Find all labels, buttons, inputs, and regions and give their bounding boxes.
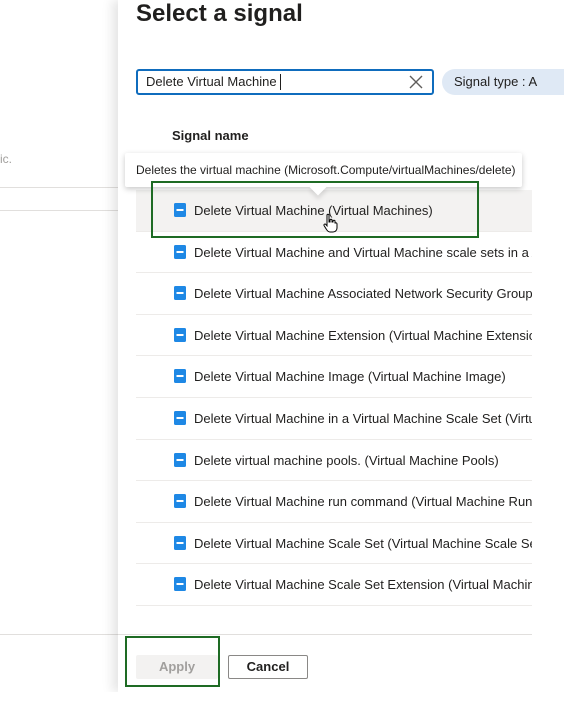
signal-type-filter-label: Signal type : A xyxy=(454,74,538,89)
signal-row-label: Delete Virtual Machine Associated Networ… xyxy=(194,286,532,302)
signal-row[interactable]: Delete Virtual Machine run command (Virt… xyxy=(136,481,532,523)
signal-row-label: Delete Virtual Machine Scale Set Extensi… xyxy=(194,577,532,593)
background-text-fragment: ic. xyxy=(0,152,12,166)
footer-divider xyxy=(118,634,532,635)
close-icon[interactable] xyxy=(408,73,424,91)
signal-list: Delete Virtual Machine (Virtual Machines… xyxy=(136,190,532,610)
signal-row[interactable]: Delete Virtual Machine Image (Virtual Ma… xyxy=(136,356,532,398)
highlight-apply-button xyxy=(125,636,220,687)
tooltip-text: Deletes the virtual machine (Microsoft.C… xyxy=(136,163,516,177)
search-input-value[interactable]: Delete Virtual Machine xyxy=(146,74,277,89)
signal-row-label: Delete Virtual Machine in a Virtual Mach… xyxy=(194,410,532,426)
panel-title: Select a signal xyxy=(136,0,303,27)
signal-row[interactable]: Delete Virtual Machine in a Virtual Mach… xyxy=(136,398,532,440)
cancel-button[interactable]: Cancel xyxy=(228,655,308,679)
activity-log-icon xyxy=(174,369,186,384)
signal-type-filter[interactable]: Signal type : A xyxy=(442,69,564,95)
search-input[interactable]: Delete Virtual Machine xyxy=(136,69,434,95)
activity-log-icon xyxy=(174,410,186,425)
signal-row[interactable]: Delete Virtual Machine Scale Set Extensi… xyxy=(136,564,532,606)
activity-log-icon xyxy=(174,244,186,259)
background-divider xyxy=(0,634,118,635)
signal-row[interactable]: Delete Virtual Machine Associated Networ… xyxy=(136,273,532,315)
activity-log-icon xyxy=(174,535,186,550)
column-header-signal-name[interactable]: Signal name xyxy=(172,128,249,143)
activity-log-icon xyxy=(174,327,186,342)
signal-row[interactable]: Delete Virtual Machine Scale Set (Virtua… xyxy=(136,523,532,565)
highlight-selected-row xyxy=(151,181,479,238)
activity-log-icon xyxy=(174,452,186,467)
page-bottom xyxy=(0,692,564,710)
signal-row-label: Delete Virtual Machine run command (Virt… xyxy=(194,494,532,510)
signal-row-label: Delete Virtual Machine Scale Set (Virtua… xyxy=(194,535,532,551)
signal-row-label: Delete Virtual Machine Extension (Virtua… xyxy=(194,327,532,343)
text-caret xyxy=(280,74,281,90)
hand-pointer-icon xyxy=(323,213,338,233)
activity-log-icon xyxy=(174,494,186,509)
activity-log-icon xyxy=(174,286,186,301)
activity-log-icon xyxy=(174,577,186,592)
signal-row-label: Delete Virtual Machine and Virtual Machi… xyxy=(194,244,532,260)
signal-row-label: Delete Virtual Machine Image (Virtual Ma… xyxy=(194,369,506,385)
background-divider xyxy=(0,187,118,188)
signal-row[interactable]: Delete Virtual Machine Extension (Virtua… xyxy=(136,315,532,357)
signal-row-label: Delete virtual machine pools. (Virtual M… xyxy=(194,452,499,468)
background-page: ic. xyxy=(0,0,118,710)
signal-row[interactable]: Delete virtual machine pools. (Virtual M… xyxy=(136,440,532,482)
select-signal-panel: Select a signal Delete Virtual Machine S… xyxy=(118,0,564,692)
background-divider xyxy=(0,210,118,211)
